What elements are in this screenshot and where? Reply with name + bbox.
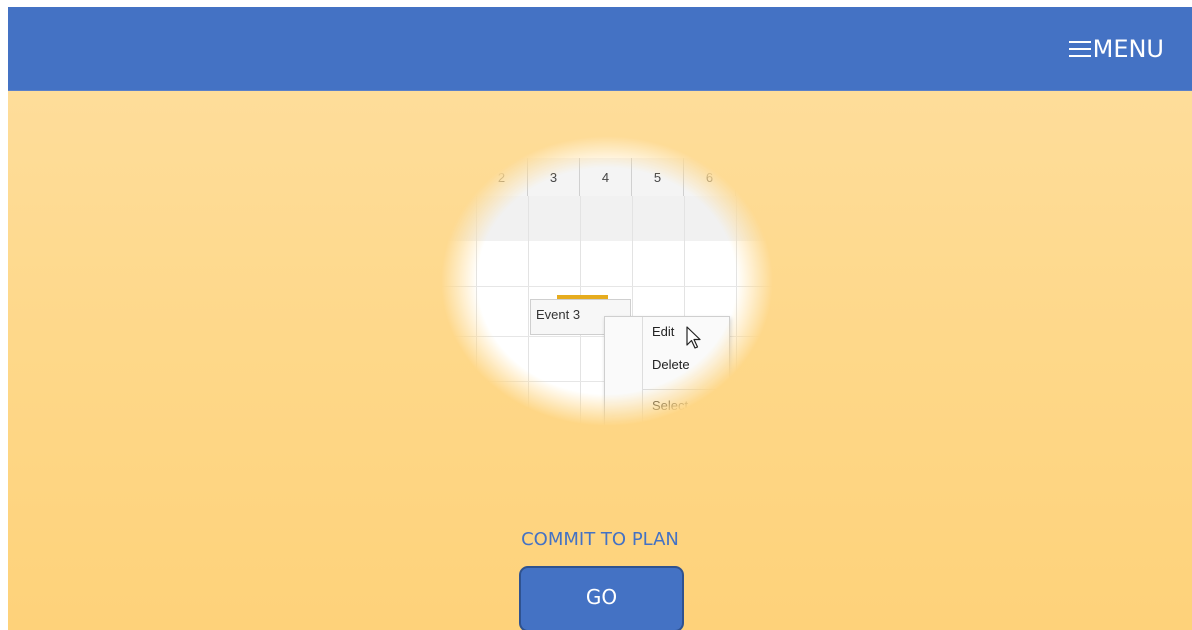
context-menu-separator bbox=[643, 389, 729, 390]
menu-button[interactable]: MENU bbox=[1067, 31, 1164, 67]
context-menu-item-edit: Edit bbox=[652, 324, 675, 339]
grid-line bbox=[476, 196, 477, 426]
main-content: 2 3 4 5 6 Event 3 Edit Delete Select COM… bbox=[8, 91, 1192, 630]
day-column-header: 3 bbox=[528, 158, 580, 196]
context-menu-gutter bbox=[642, 317, 643, 426]
grid-line bbox=[441, 286, 773, 287]
app-frame: MENU 2 3 4 5 6 Event 3 Edit Delete Selec… bbox=[8, 7, 1192, 630]
context-menu-item-select: Select bbox=[652, 398, 689, 413]
grid-line bbox=[736, 196, 737, 426]
menu-label: MENU bbox=[1092, 35, 1164, 63]
calendar-allday-band bbox=[441, 196, 773, 241]
hamburger-icon bbox=[1067, 38, 1091, 60]
commit-to-plan-label: COMMIT TO PLAN bbox=[521, 529, 679, 550]
day-column-header: 2 bbox=[476, 158, 528, 196]
calendar-magnifier-illustration: 2 3 4 5 6 Event 3 Edit Delete Select bbox=[441, 136, 773, 426]
calendar-header-row: 2 3 4 5 6 bbox=[441, 158, 773, 197]
day-column-header: 6 bbox=[684, 158, 736, 196]
day-column-header: 5 bbox=[632, 158, 684, 196]
day-column-header: 4 bbox=[580, 158, 632, 196]
context-menu-item-delete: Delete bbox=[652, 357, 690, 372]
context-menu: Edit Delete Select bbox=[604, 316, 730, 426]
go-button[interactable]: GO bbox=[519, 566, 684, 630]
top-bar: MENU bbox=[8, 7, 1192, 91]
grid-line bbox=[528, 196, 529, 426]
pointer-cursor-icon bbox=[686, 326, 701, 349]
